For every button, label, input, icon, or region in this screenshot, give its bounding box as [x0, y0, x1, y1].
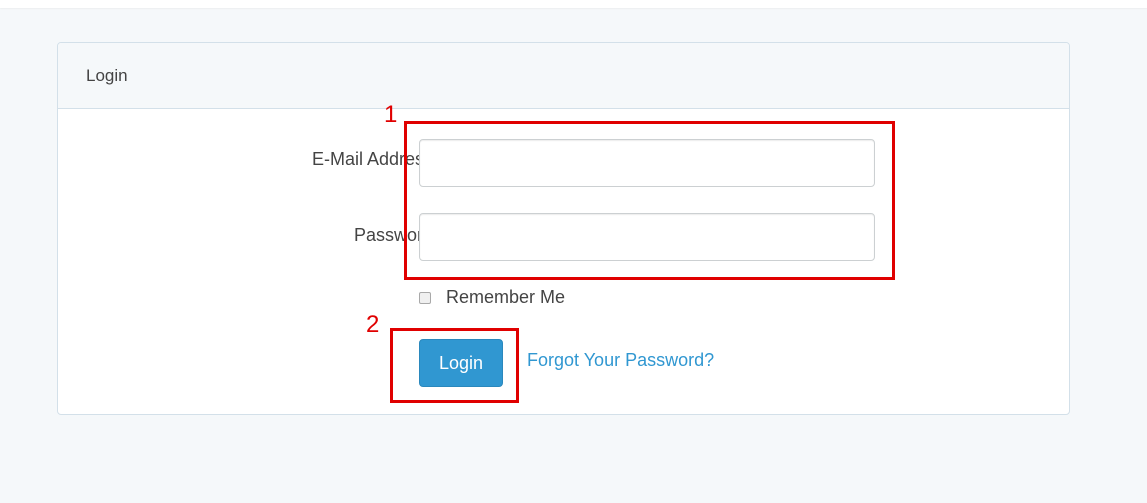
remember-me-checkbox[interactable]	[419, 291, 431, 304]
email-label: E-Mail Address	[311, 149, 433, 169]
forgot-password-link[interactable]: Forgot Your Password?	[527, 350, 714, 371]
annotation-box-2	[390, 328, 519, 403]
remember-me-row[interactable]: Remember Me	[419, 287, 565, 308]
annotation-box-1	[404, 121, 895, 280]
annotation-marker-2: 2	[366, 311, 380, 338]
top-navbar	[0, 0, 1147, 8]
card-title: Login	[86, 65, 128, 85]
password-label: Password	[353, 225, 433, 245]
remember-me-label[interactable]: Remember Me	[446, 287, 565, 308]
card-header: Login	[58, 43, 1069, 109]
annotation-marker-1: 1	[384, 101, 398, 128]
